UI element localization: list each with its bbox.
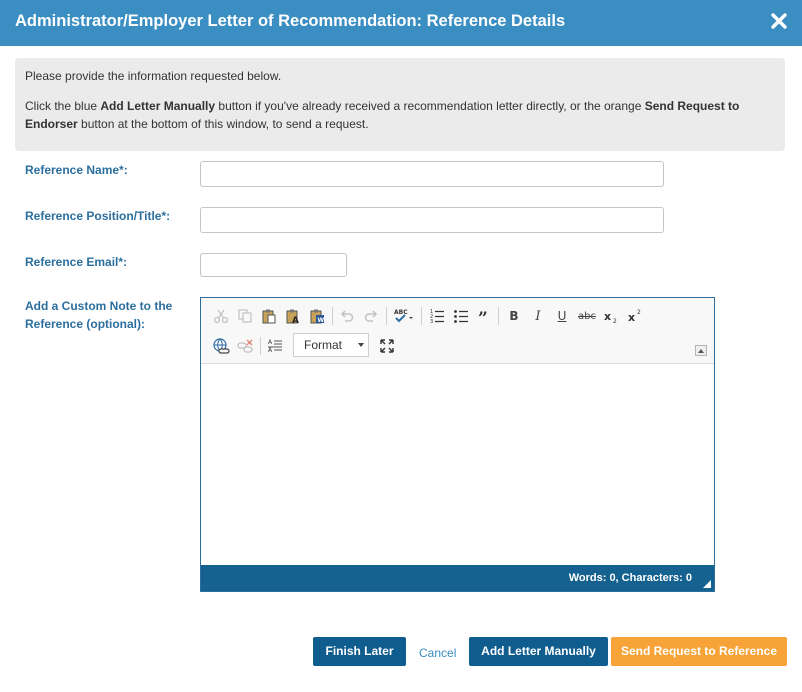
format-dropdown[interactable]: Format (293, 333, 369, 357)
italic-icon[interactable]: I (527, 305, 549, 327)
bulleted-list-icon[interactable] (450, 305, 472, 327)
collapse-toolbar-button[interactable] (695, 345, 707, 356)
unlink-icon[interactable] (234, 335, 256, 357)
dialog-header: Administrator/Employer Letter of Recomme… (0, 0, 802, 46)
subscript-icon[interactable]: x2 (600, 305, 622, 327)
finish-later-button[interactable]: Finish Later (313, 637, 406, 666)
reference-name-label: Reference Name*: (25, 163, 128, 177)
reference-position-input[interactable] (200, 207, 664, 233)
svg-text:2: 2 (613, 318, 617, 324)
paste-word-icon[interactable]: W (306, 305, 328, 327)
spellcheck-icon[interactable]: ABC (392, 305, 418, 327)
svg-text:A: A (292, 316, 299, 324)
svg-text:A: A (268, 347, 273, 354)
reference-position-label: Reference Position/Title*: (25, 209, 171, 223)
cut-icon[interactable] (210, 305, 232, 327)
cancel-link[interactable]: Cancel (419, 646, 456, 660)
chevron-down-icon (358, 343, 364, 347)
instructions-detail: Click the blue Add Letter Manually butto… (25, 99, 740, 131)
toolbar-separator (260, 337, 261, 355)
toolbar-separator (332, 307, 333, 325)
custom-note-label: Add a Custom Note to the Reference (opti… (25, 299, 173, 331)
toolbar-separator (421, 307, 422, 325)
undo-icon[interactable] (336, 305, 358, 327)
copy-icon[interactable] (234, 305, 256, 327)
superscript-icon[interactable]: x2 (624, 305, 646, 327)
reference-details-dialog: Administrator/Employer Letter of Recomme… (0, 0, 802, 692)
toolbar-separator (498, 307, 499, 325)
reference-email-label: Reference Email*: (25, 255, 128, 269)
reference-name-input[interactable] (200, 161, 664, 187)
toolbar-separator (386, 307, 387, 325)
bold-icon[interactable]: B (503, 305, 525, 327)
send-request-button[interactable]: Send Request to Reference (611, 637, 787, 666)
editor-toolbar: A W ABC 123 ” B I U abc x 2 x 2 A A Form… (201, 298, 714, 364)
add-letter-emphasis: Add Letter Manually (100, 99, 216, 113)
word-count: Words: 0, Characters: 0 (568, 572, 692, 584)
svg-text:2: 2 (637, 309, 641, 316)
svg-text:x: x (604, 310, 611, 323)
dialog-title: Administrator/Employer Letter of Recomme… (15, 12, 566, 30)
editor-content-area[interactable] (201, 365, 714, 565)
text-direction-icon[interactable]: AA (264, 335, 286, 357)
editor-status-bar: Words: 0, Characters: 0 (201, 565, 714, 591)
blockquote-icon[interactable]: ” (474, 305, 496, 327)
svg-text:ABC: ABC (394, 309, 408, 316)
resize-handle-icon[interactable] (703, 580, 711, 588)
svg-text:W: W (318, 317, 325, 324)
numbered-list-icon[interactable]: 123 (426, 305, 448, 327)
svg-text:”: ” (478, 309, 488, 324)
close-icon (771, 13, 787, 29)
svg-text:3: 3 (430, 319, 433, 324)
instructions-panel: Please provide the information requested… (15, 58, 785, 151)
custom-note-editor: A W ABC 123 ” B I U abc x 2 x 2 A A Form… (200, 297, 715, 592)
add-letter-manually-button[interactable]: Add Letter Manually (469, 637, 608, 666)
link-icon[interactable] (210, 335, 232, 357)
format-dropdown-label: Format (304, 338, 343, 352)
strikethrough-icon[interactable]: abc (576, 305, 598, 327)
svg-text:A: A (268, 339, 273, 346)
maximize-icon[interactable] (376, 335, 398, 357)
paste-icon[interactable] (258, 305, 280, 327)
instructions-intro: Please provide the information requested… (25, 69, 282, 83)
reference-email-input[interactable] (200, 253, 347, 277)
close-button[interactable] (766, 8, 792, 34)
underline-icon[interactable]: U (551, 305, 573, 327)
redo-icon[interactable] (360, 305, 382, 327)
paste-text-icon[interactable]: A (282, 305, 304, 327)
svg-text:x: x (628, 311, 635, 324)
